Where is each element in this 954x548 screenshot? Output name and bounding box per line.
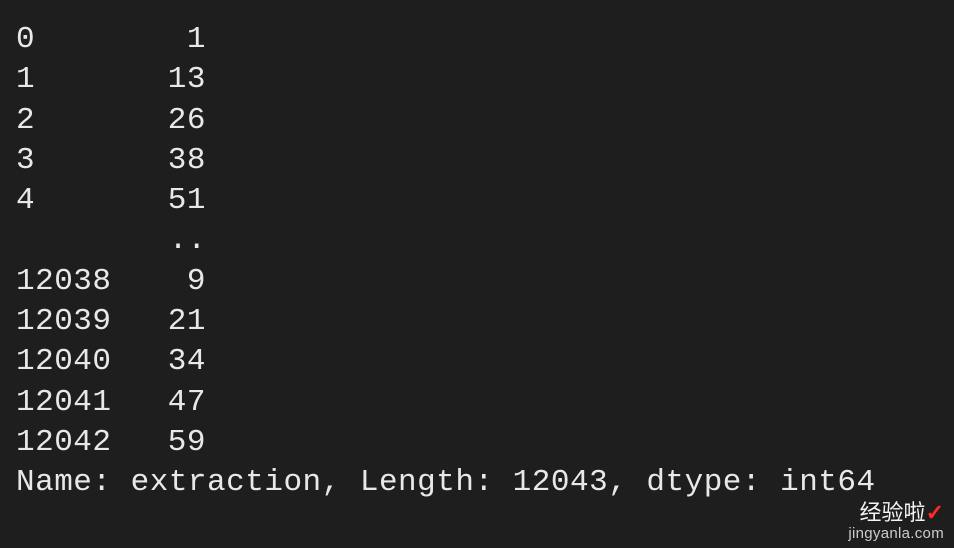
- series-row: 338: [16, 141, 938, 181]
- series-row: 1204259: [16, 423, 938, 463]
- series-row: 1204147: [16, 383, 938, 423]
- series-row: 226: [16, 101, 938, 141]
- ellipsis-row: ..: [16, 221, 938, 261]
- row-index: 2: [16, 101, 116, 141]
- watermark: 经验啦✓ jingyanla.com: [848, 501, 944, 542]
- check-icon: ✓: [926, 500, 944, 525]
- row-value: 47: [116, 383, 206, 423]
- row-index: 12038: [16, 262, 116, 302]
- row-index: 0: [16, 20, 116, 60]
- watermark-url: jingyanla.com: [848, 526, 944, 543]
- series-row: 120389: [16, 262, 938, 302]
- row-value: 9: [116, 262, 206, 302]
- row-value: 1: [116, 20, 206, 60]
- series-row: 1203921: [16, 302, 938, 342]
- row-index: 12040: [16, 342, 116, 382]
- row-value: 13: [116, 60, 206, 100]
- row-value: 34: [116, 342, 206, 382]
- row-value: 26: [116, 101, 206, 141]
- series-row: 113: [16, 60, 938, 100]
- series-row: 451: [16, 181, 938, 221]
- row-index: 3: [16, 141, 116, 181]
- row-index: 12042: [16, 423, 116, 463]
- row-index: 12041: [16, 383, 116, 423]
- row-index: 4: [16, 181, 116, 221]
- watermark-text: 经验啦: [860, 500, 926, 525]
- series-row: 1204034: [16, 342, 938, 382]
- terminal-output: 01 113 226 338 451 .. 120389 1203921 120…: [16, 20, 938, 504]
- row-index: 12039: [16, 302, 116, 342]
- series-row: 01: [16, 20, 938, 60]
- series-summary: Name: extraction, Length: 12043, dtype: …: [16, 463, 938, 503]
- row-value: 38: [116, 141, 206, 181]
- row-value: 21: [116, 302, 206, 342]
- row-value: 51: [116, 181, 206, 221]
- ellipsis-text: ..: [116, 221, 206, 261]
- row-value: 59: [116, 423, 206, 463]
- row-index: 1: [16, 60, 116, 100]
- watermark-title: 经验啦✓: [848, 501, 944, 525]
